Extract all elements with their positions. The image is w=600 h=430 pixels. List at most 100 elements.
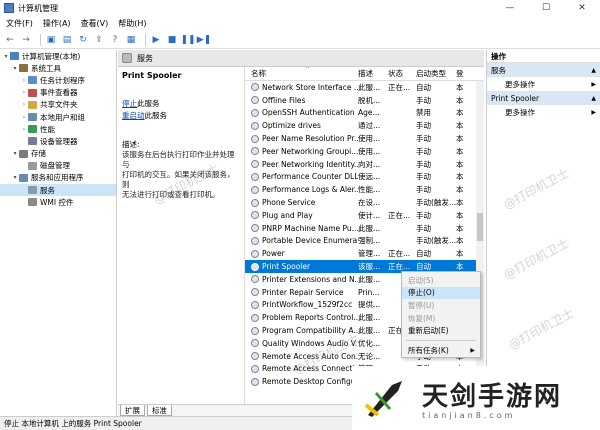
service-name-cell: Optimize drives bbox=[245, 121, 358, 130]
description-line: 无法进行打印或查看打印机。 bbox=[122, 190, 220, 199]
menu-action[interactable]: 操作(A) bbox=[43, 18, 71, 29]
service-startup-cell: 手动 bbox=[416, 223, 431, 233]
expand-arrow-icon[interactable]: › bbox=[20, 89, 28, 96]
context-menu-item: 暂停(U) bbox=[402, 299, 480, 312]
expand-arrow-icon[interactable]: › bbox=[20, 101, 28, 108]
service-startup-cell: 手动 bbox=[416, 134, 431, 144]
tree-item[interactable]: › 事件查看器 bbox=[0, 87, 116, 99]
service-row[interactable]: Peer Name Resolution Pr... 使用... 手动本 bbox=[245, 132, 484, 145]
toolbar-divider bbox=[40, 33, 41, 46]
service-row[interactable]: Network Store Interface ... 此服... 正在... 自动本 bbox=[245, 81, 484, 94]
help-icon[interactable]: ? bbox=[109, 34, 121, 46]
tree-item[interactable]: ▾ 系统工具 bbox=[0, 62, 116, 74]
service-row[interactable]: Optimize drives 通过... 手动本 bbox=[245, 119, 484, 132]
minimize-button[interactable]: — bbox=[492, 0, 528, 16]
service-name: OpenSSH Authentication ... bbox=[262, 108, 358, 118]
restart-service-row: 重启动此服务 bbox=[122, 110, 240, 121]
pause-icon[interactable]: ❚❚ bbox=[180, 34, 195, 46]
play-icon[interactable]: ▶ bbox=[150, 34, 162, 46]
context-menu: 启动(S) 停止(O) 暂停(U) 恢复(M) 重新启动(E) 所有任务(K) ▶ bbox=[401, 271, 481, 358]
stop-icon[interactable]: ■ bbox=[166, 34, 178, 46]
service-name-cell: OpenSSH Authentication ... bbox=[245, 108, 358, 117]
expand-arrow-icon[interactable]: ▾ bbox=[2, 53, 10, 60]
context-menu-item[interactable]: 重新启动(E) bbox=[402, 324, 480, 337]
tree-item[interactable]: › 性能 bbox=[0, 123, 116, 135]
tree-item[interactable]: ▾ 存储 bbox=[0, 148, 116, 160]
restart-service-link[interactable]: 重启动 bbox=[122, 111, 145, 120]
service-name-cell: Quality Windows Audio V... bbox=[245, 339, 358, 348]
expand-arrow-icon[interactable]: ▾ bbox=[11, 150, 19, 157]
expand-arrow-icon[interactable]: ▾ bbox=[11, 65, 19, 72]
service-row[interactable]: Peer Networking Groupi... 使用... 手动本 bbox=[245, 145, 484, 158]
tree-item-label: 任务计划程序 bbox=[40, 75, 85, 85]
tree-item[interactable]: 磁盘管理 bbox=[0, 160, 116, 172]
restart-icon[interactable]: ▶❚ bbox=[197, 34, 211, 46]
export-list-icon[interactable]: ⇪ bbox=[93, 34, 105, 46]
service-row[interactable]: Peer Networking Identity... 向对... 手动本 bbox=[245, 158, 484, 171]
gear-icon bbox=[251, 172, 259, 181]
tree-item[interactable]: ▾ 计算机管理(本地) bbox=[0, 50, 116, 62]
expand-arrow-icon[interactable]: › bbox=[20, 77, 28, 84]
service-startup-cell: 手动 bbox=[416, 210, 431, 220]
expand-arrow-icon[interactable]: ▾ bbox=[11, 174, 19, 181]
actions-section-services[interactable]: 服务 ▲ bbox=[487, 63, 600, 77]
description-line: 该服务在后台执行打印作业并处理与 bbox=[122, 150, 235, 169]
tree-item[interactable]: ▾ 服务和应用程序 bbox=[0, 172, 116, 184]
service-name-cell: PrintWorkflow_1529f2cc bbox=[245, 300, 358, 309]
service-row[interactable]: Power 管理... 正在... 自动本 bbox=[245, 247, 484, 260]
service-row[interactable]: Performance Logs & Aler... 性能... 手动本 bbox=[245, 183, 484, 196]
context-menu-item[interactable]: 所有任务(K) ▶ bbox=[402, 344, 480, 357]
tab-extended[interactable]: 扩展 bbox=[120, 405, 145, 416]
service-description-cell: Age... bbox=[358, 108, 380, 118]
context-menu-item[interactable]: 停止(O) bbox=[402, 286, 480, 300]
gear-icon bbox=[251, 96, 259, 105]
column-header-description[interactable]: 描述 bbox=[358, 68, 388, 79]
service-row[interactable]: Offline Files 脱机... 手动本 bbox=[245, 94, 484, 107]
show-tree-icon[interactable]: ▤ bbox=[61, 34, 73, 46]
tree-item[interactable]: 服务 bbox=[0, 184, 116, 197]
scrollbar-thumb[interactable] bbox=[477, 213, 483, 241]
expand-arrow-icon[interactable]: › bbox=[20, 126, 28, 133]
back-icon[interactable]: ← bbox=[4, 34, 16, 46]
service-row[interactable]: Portable Device Enumera... 强制... 手动(触发... 本 bbox=[245, 235, 484, 248]
menu-file[interactable]: 文件(F) bbox=[6, 18, 33, 29]
tree-item[interactable]: › 共享文件夹 bbox=[0, 99, 116, 111]
up-folder-icon[interactable]: ▣ bbox=[45, 34, 57, 46]
tab-standard[interactable]: 标准 bbox=[147, 405, 172, 416]
refresh-icon[interactable]: ↻ bbox=[77, 34, 89, 46]
service-row[interactable]: Phone Service 在设... 手动(触发... 本 bbox=[245, 196, 484, 209]
forward-icon[interactable]: → bbox=[20, 34, 32, 46]
close-button[interactable]: ✕ bbox=[564, 0, 600, 16]
maximize-button[interactable]: ☐ bbox=[528, 0, 564, 16]
service-row[interactable]: Plug and Play 使计... 正在... 手动本 bbox=[245, 209, 484, 222]
menu-help[interactable]: 帮助(H) bbox=[118, 18, 146, 29]
more-actions-label: 更多操作 bbox=[505, 79, 535, 89]
sort-ascending-icon: ^ bbox=[305, 67, 311, 73]
service-name-cell: Offline Files bbox=[245, 96, 358, 105]
column-header-status[interactable]: 状态 bbox=[388, 68, 416, 79]
tree-node-icon bbox=[10, 52, 19, 61]
menu-view[interactable]: 查看(V) bbox=[81, 18, 109, 29]
service-row[interactable]: Performance Counter DLL... 使远... 手动本 bbox=[245, 171, 484, 184]
service-row[interactable]: PNRP Machine Name Pu... 此服... 手动本 bbox=[245, 222, 484, 235]
actions-section-print-spooler[interactable]: Print Spooler ▲ bbox=[487, 91, 600, 105]
service-row[interactable]: OpenSSH Authentication ... Age... 禁用本 bbox=[245, 107, 484, 120]
tree-item[interactable]: 设备管理器 bbox=[0, 135, 116, 147]
column-header-name[interactable]: 名称 bbox=[245, 68, 358, 79]
tree-item[interactable]: WMI 控件 bbox=[0, 196, 116, 208]
services-header: 服务 bbox=[118, 50, 484, 67]
service-name-cell: Program Compatibility A... bbox=[245, 326, 358, 335]
expand-arrow-icon[interactable]: › bbox=[20, 114, 28, 121]
context-menu-label: 恢复(M) bbox=[408, 313, 436, 323]
service-name: Plug and Play bbox=[262, 210, 313, 220]
more-actions-item[interactable]: 更多操作 ▶ bbox=[487, 77, 600, 91]
service-name-cell: Peer Networking Groupi... bbox=[245, 147, 358, 156]
more-actions-item[interactable]: 更多操作 ▶ bbox=[487, 105, 600, 119]
column-header-startup-type[interactable]: 启动类型 bbox=[416, 68, 456, 79]
column-header-logon[interactable]: 登 bbox=[456, 68, 480, 79]
properties-icon[interactable]: ▦ bbox=[125, 34, 137, 46]
service-status-cell: 正在... bbox=[388, 210, 411, 220]
tree-item[interactable]: › 本地用户和组 bbox=[0, 111, 116, 123]
stop-service-link[interactable]: 停止 bbox=[122, 99, 137, 108]
tree-item[interactable]: › 任务计划程序 bbox=[0, 74, 116, 86]
